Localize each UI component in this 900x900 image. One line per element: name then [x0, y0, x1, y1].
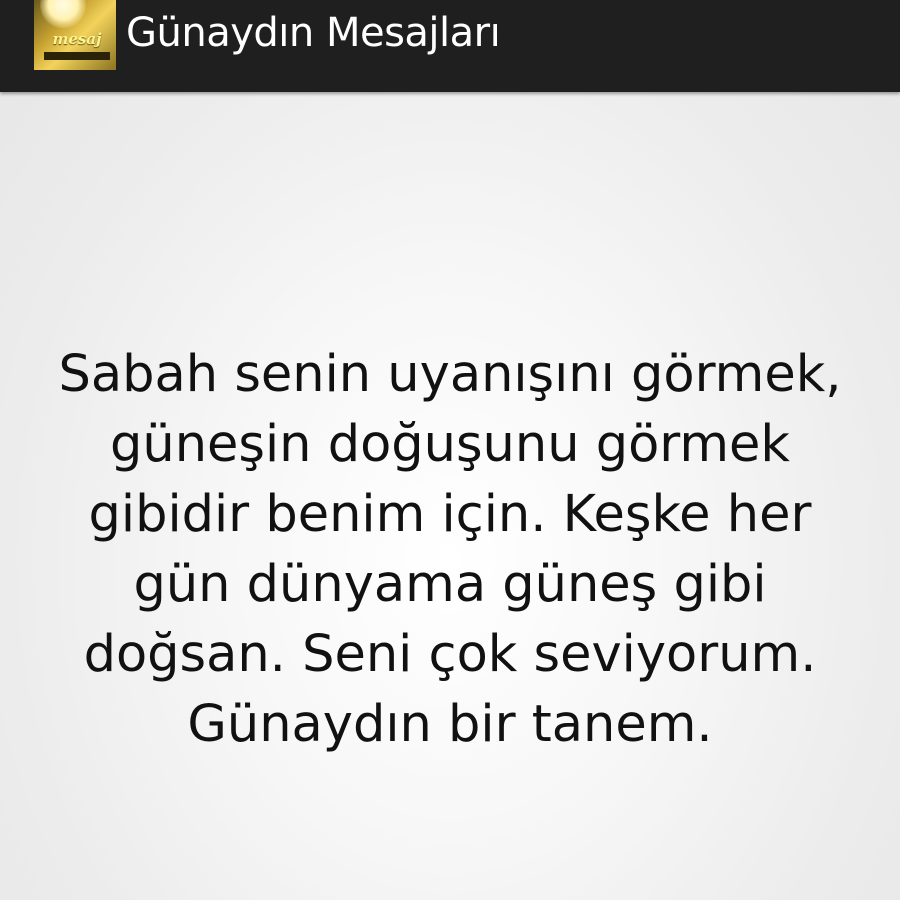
message-screen: mesaj Günaydın Mesajları Sabah senin uya… — [0, 0, 900, 900]
logo-strip — [44, 52, 110, 60]
message-text: Sabah senin uyanışını görmek, güneşin do… — [58, 345, 842, 754]
action-bar: mesaj Günaydın Mesajları — [0, 0, 900, 92]
app-logo-icon[interactable]: mesaj — [34, 0, 116, 70]
app-title: Günaydın Mesajları — [126, 10, 501, 56]
sun-graphic — [40, 0, 86, 28]
logo-brand-mark: mesaj — [52, 30, 102, 48]
